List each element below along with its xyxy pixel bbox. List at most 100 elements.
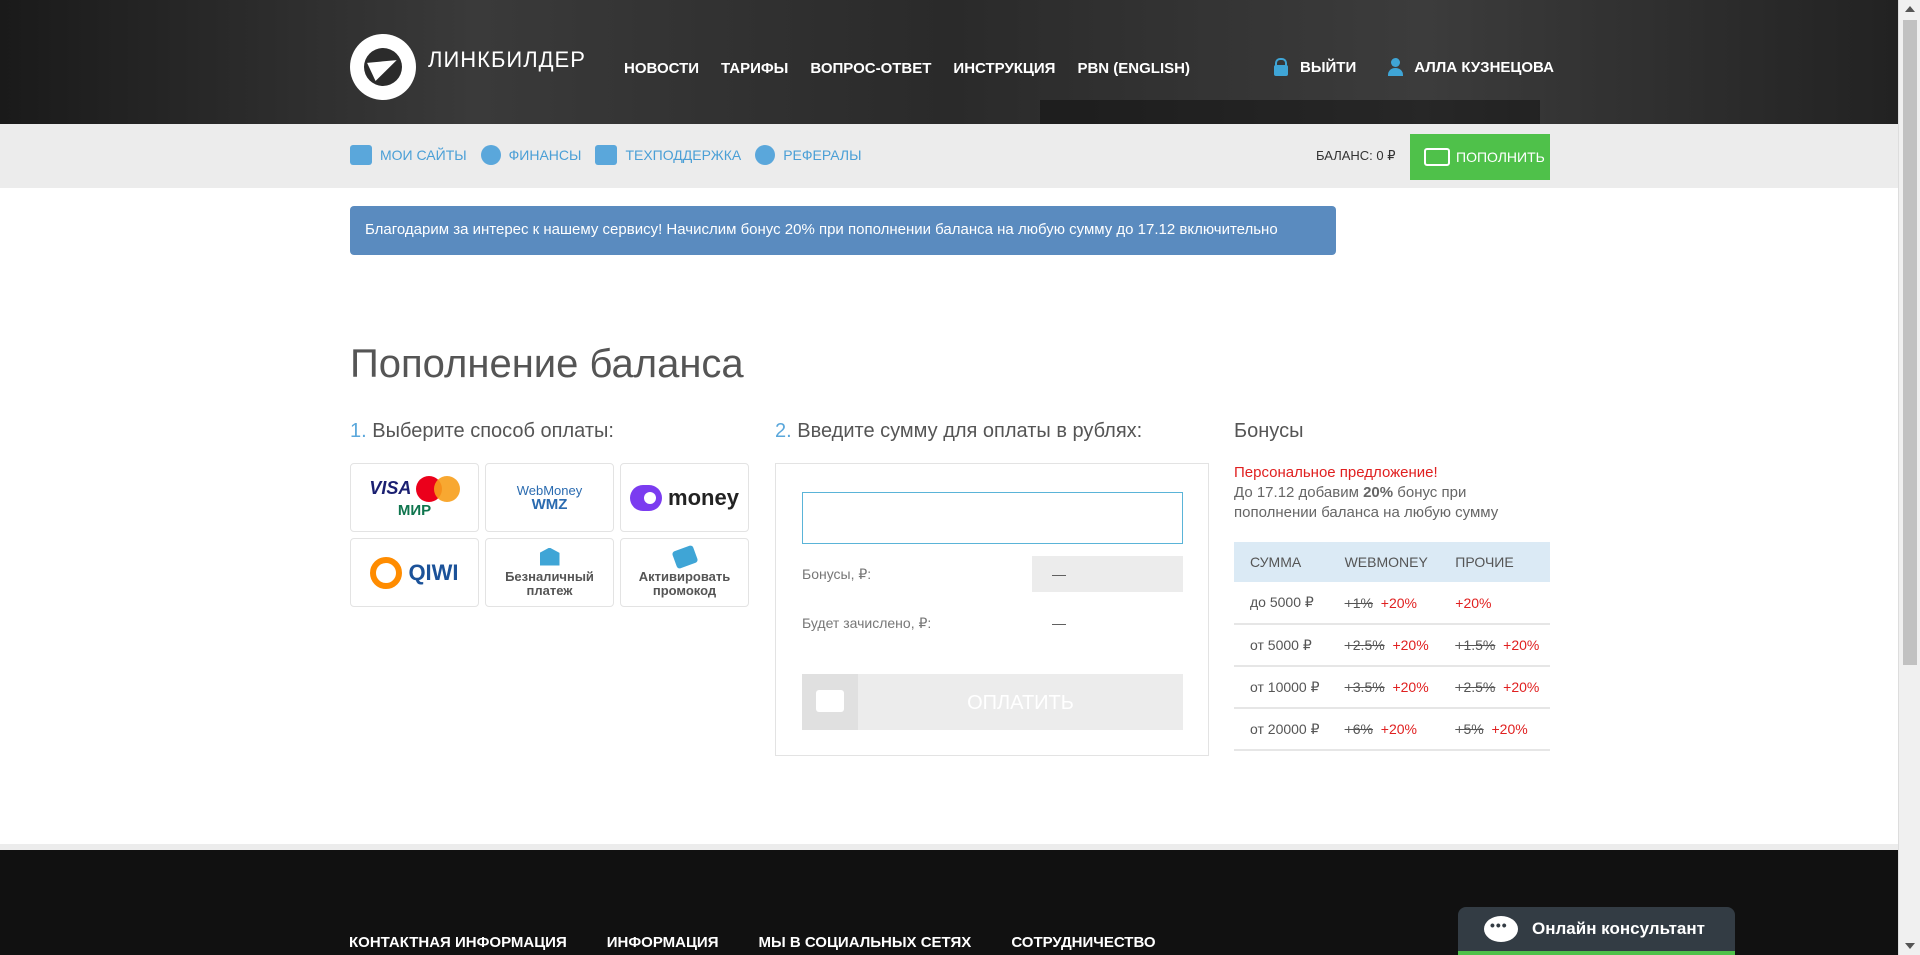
new-rate: +20%	[1503, 679, 1540, 695]
subnav-my-sites[interactable]: МОИ САЙТЫ	[350, 145, 467, 165]
user-links: ВЫЙТИ АЛЛА КУЗНЕЦОВА	[1272, 58, 1554, 76]
webmoney-logo: WebMoney WMZ	[517, 483, 583, 512]
payment-bank-transfer[interactable]: Безналичный платеж	[485, 538, 614, 607]
row-other: +5% +20%	[1439, 708, 1550, 751]
scrollbar-thumb[interactable]	[1903, 20, 1917, 665]
vertical-scrollbar[interactable]	[1898, 0, 1920, 955]
step2-text: Введите сумму для оплаты в рублях:	[797, 420, 1143, 442]
mastercard-icon	[415, 476, 460, 502]
subnav-support[interactable]: ТЕХПОДДЕРЖКА	[595, 145, 741, 165]
row-other: +1.5% +20%	[1439, 624, 1550, 667]
table-header-row: СУММА WEBMONEY ПРОЧИЕ	[1234, 542, 1550, 582]
row-webmoney: +2.5% +20%	[1328, 624, 1440, 667]
payment-promo-code[interactable]: Активировать промокод	[620, 538, 749, 607]
nav-pbn[interactable]: PBN (ENGLISH)	[1077, 60, 1190, 77]
col-webmoney: WEBMONEY	[1328, 542, 1440, 582]
old-rate: +2.5%	[1455, 679, 1496, 695]
chat-bubble-icon	[1484, 916, 1518, 942]
mir-logo: МИР	[397, 502, 432, 519]
shield-check-icon	[595, 145, 618, 165]
nav-instructions[interactable]: ИНСТРУКЦИЯ	[953, 60, 1055, 77]
row-sum: от 10000 ₽	[1234, 666, 1329, 709]
subnav-referrals[interactable]: РЕФЕРАЛЫ	[755, 145, 862, 165]
pay-button[interactable]: ОПЛАТИТЬ	[802, 674, 1183, 730]
old-rate: +1%	[1344, 594, 1374, 611]
topup-button[interactable]: ПОПОЛНИТЬ	[1410, 134, 1550, 180]
logo-text: ЛИНКБИЛДЕР	[428, 47, 586, 72]
bonuses-title: Бонусы	[1234, 420, 1304, 442]
new-rate: +20%	[1455, 594, 1492, 611]
online-chat-button[interactable]: Онлайн консультант	[1458, 907, 1735, 955]
new-rate: +20%	[1491, 721, 1528, 737]
new-rate: +20%	[1503, 637, 1540, 653]
wallet-icon	[1424, 148, 1450, 166]
footer-contacts[interactable]: КОНТАКТНАЯ ИНФОРМАЦИЯ	[349, 934, 567, 951]
payment-yoomoney[interactable]: money	[620, 463, 749, 532]
sub-nav-bar: МОИ САЙТЫ ФИНАНСЫ ТЕХПОДДЕРЖКА РЕФЕРАЛЫ	[0, 124, 1898, 188]
bank-icon	[539, 547, 560, 566]
topup-label: ПОПОЛНИТЬ	[1456, 149, 1545, 165]
row-webmoney: +6% +20%	[1328, 708, 1440, 751]
sub-nav: МОИ САЙТЫ ФИНАНСЫ ТЕХПОДДЕРЖКА РЕФЕРАЛЫ	[350, 145, 862, 165]
col-other: ПРОЧИЕ	[1439, 542, 1550, 582]
card-logos: VISA МИР	[369, 476, 460, 519]
row-sum: от 5000 ₽	[1234, 624, 1329, 667]
amount-input[interactable]	[802, 492, 1183, 544]
old-rate: +1.5%	[1455, 637, 1496, 653]
payment-qiwi[interactable]: QIWI	[350, 538, 479, 607]
payment-card[interactable]: VISA МИР	[350, 463, 479, 532]
row-sum: от 20000 ₽	[1234, 708, 1329, 751]
old-rate: +2.5%	[1344, 637, 1385, 653]
yoomoney-logo: money	[630, 484, 739, 511]
new-rate: +20%	[1380, 721, 1417, 737]
subnav-finance[interactable]: ФИНАНСЫ	[480, 145, 582, 165]
qiwi-text: QIWI	[408, 559, 459, 585]
yoomoney-text: money	[668, 484, 739, 510]
step2-title: 2. Введите сумму для оплаты в рублях:	[775, 420, 1142, 443]
yoomoney-icon	[630, 484, 663, 511]
col-sum: СУММА	[1234, 542, 1329, 582]
desc-pre: До 17.12 добавим	[1234, 484, 1364, 501]
user-name: АЛЛА КУЗНЕЦОВА	[1414, 58, 1554, 76]
site-logo[interactable]: ЛИНКБИЛДЕР	[350, 34, 586, 100]
personal-offer-desc: До 17.12 добавим 20% бонус при пополнени…	[1234, 483, 1534, 523]
nav-tariffs[interactable]: ТАРИФЫ	[721, 60, 788, 77]
step1-text: Выберите способ оплаты:	[372, 420, 614, 442]
bonus-table: СУММА WEBMONEY ПРОЧИЕ до 5000 ₽ +1% +20%…	[1234, 542, 1550, 751]
subnav-label: ТЕХПОДДЕРЖКА	[625, 147, 742, 163]
credited-label: Будет зачислено, ₽:	[802, 615, 932, 631]
promo-banner: Благодарим за интерес к нашему сервису! …	[350, 206, 1336, 255]
logout-link[interactable]: ВЫЙТИ	[1272, 58, 1356, 76]
table-row: от 5000 ₽ +2.5% +20% +1.5% +20%	[1234, 624, 1550, 667]
promo-label-1: Активировать	[638, 568, 731, 584]
payment-methods: VISA МИР WebMoney WMZ money QIWI Безнали…	[350, 463, 749, 607]
user-profile-link[interactable]: АЛЛА КУЗНЕЦОВА	[1386, 58, 1554, 76]
table-row: до 5000 ₽ +1% +20% +20%	[1234, 582, 1550, 625]
footer-partnership[interactable]: СОТРУДНИЧЕСТВО	[1011, 934, 1155, 951]
lock-icon	[1272, 58, 1290, 76]
nav-faq[interactable]: ВОПРОС-ОТВЕТ	[810, 60, 931, 77]
subnav-label: ФИНАНСЫ	[508, 147, 582, 163]
amount-panel: Бонусы, ₽: — Будет зачислено, ₽: — ОПЛАТ…	[775, 463, 1209, 756]
old-rate: +3.5%	[1344, 679, 1385, 695]
new-rate: +20%	[1392, 679, 1429, 695]
step2-number: 2.	[775, 420, 792, 442]
tag-icon	[671, 544, 698, 569]
new-rate: +20%	[1380, 594, 1417, 611]
logout-label: ВЫЙТИ	[1300, 58, 1357, 76]
footer-info[interactable]: ИНФОРМАЦИЯ	[607, 934, 719, 951]
payment-webmoney[interactable]: WebMoney WMZ	[485, 463, 614, 532]
scroll-up-icon[interactable]	[1905, 6, 1915, 12]
new-rate: +20%	[1392, 637, 1429, 653]
dollar-icon	[480, 145, 501, 165]
footer-social[interactable]: МЫ В СОЦИАЛЬНЫХ СЕТЯХ	[759, 934, 972, 951]
user-icon	[1386, 58, 1404, 76]
table-row: от 10000 ₽ +3.5% +20% +2.5% +20%	[1234, 666, 1550, 709]
visa-logo: VISA	[369, 477, 411, 498]
row-other: +20%	[1439, 582, 1550, 625]
nav-news[interactable]: НОВОСТИ	[624, 60, 699, 77]
promo-label-2: промокод	[652, 582, 717, 598]
row-other: +2.5% +20%	[1439, 666, 1550, 709]
scroll-down-icon[interactable]	[1905, 943, 1915, 949]
footer-nav: КОНТАКТНАЯ ИНФОРМАЦИЯ ИНФОРМАЦИЯ МЫ В СО…	[349, 934, 1156, 951]
